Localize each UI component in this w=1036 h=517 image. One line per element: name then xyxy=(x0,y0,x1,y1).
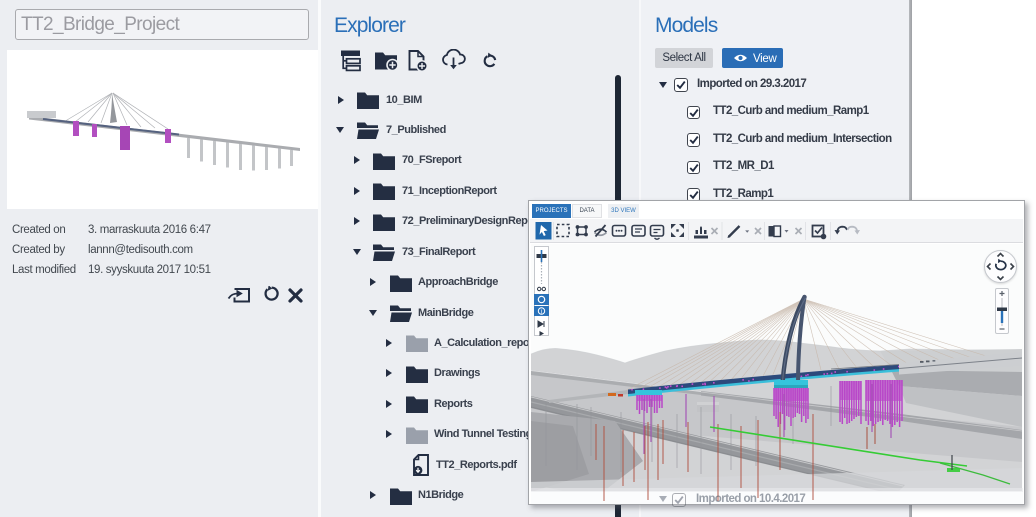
svg-text:i: i xyxy=(541,310,542,316)
